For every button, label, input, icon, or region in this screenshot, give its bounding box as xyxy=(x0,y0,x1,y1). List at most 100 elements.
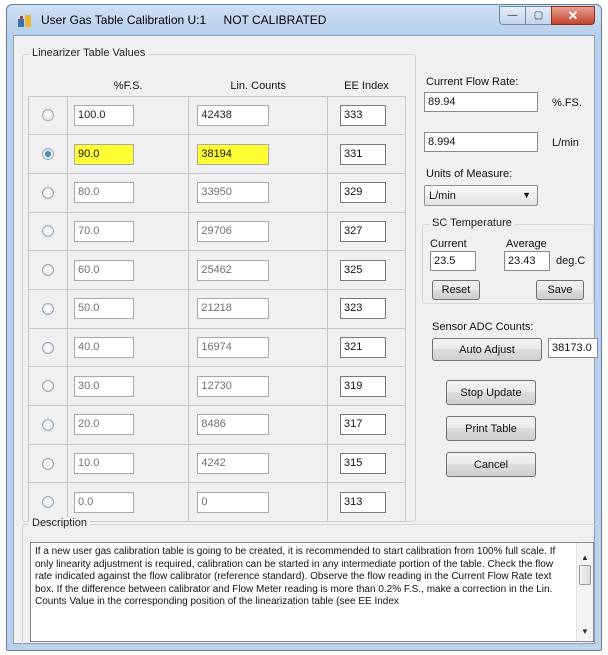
fs-field-cell: 30.0 xyxy=(66,366,190,406)
ee-index-field[interactable]: 313 xyxy=(339,491,386,513)
row-select-radio[interactable] xyxy=(42,225,54,238)
ee-index-field[interactable]: 327 xyxy=(339,220,386,242)
minimize-icon: — xyxy=(507,10,518,21)
ee-index-field[interactable]: 317 xyxy=(339,414,386,436)
current-temp-field[interactable]: 23.5 xyxy=(430,251,476,271)
row-select-cell xyxy=(28,134,68,174)
close-button[interactable]: ✕ xyxy=(551,6,595,25)
row-select-cell xyxy=(28,172,68,213)
lin-counts-field[interactable]: 16974 xyxy=(197,336,270,358)
lin-counts-field-cell: 42438 xyxy=(188,95,328,136)
temp-unit: deg.C xyxy=(556,255,586,267)
row-select-radio[interactable] xyxy=(42,302,54,315)
minimize-button[interactable]: — xyxy=(499,6,526,25)
row-select-cell xyxy=(28,405,68,445)
ee-index-field-cell: 333 xyxy=(326,95,407,136)
ee-index-field[interactable]: 323 xyxy=(339,298,386,320)
flow-lmin-field[interactable]: 8.994 xyxy=(424,132,538,152)
ee-index-field-cell: 315 xyxy=(326,443,407,484)
fs-field[interactable]: 0.0 xyxy=(74,491,134,513)
fs-field[interactable]: 10.0 xyxy=(74,453,134,475)
fs-field-cell: 40.0 xyxy=(66,327,190,368)
row-select-radio[interactable] xyxy=(42,186,54,199)
ee-index-field-cell: 323 xyxy=(326,288,407,329)
auto-adjust-button[interactable]: Auto Adjust xyxy=(432,338,542,361)
adc-counts-field[interactable]: 38173.0 xyxy=(548,338,598,358)
current-temp-label: Current xyxy=(430,238,467,250)
stop-update-button[interactable]: Stop Update xyxy=(446,380,536,405)
header-fs: %F.S. xyxy=(67,76,189,97)
title-bar[interactable]: User Gas Table Calibration U:1 NOT CALIB… xyxy=(7,5,601,35)
window-title-text: User Gas Table Calibration U:1 xyxy=(41,13,207,27)
row-select-radio[interactable] xyxy=(42,380,54,393)
fs-field[interactable]: 90.0 xyxy=(74,143,134,165)
description-scrollbar[interactable]: ▲ ▼ xyxy=(576,543,593,641)
fs-field[interactable]: 80.0 xyxy=(74,182,134,204)
row-select-cell xyxy=(28,250,68,290)
table-row: 0.0 0 313 xyxy=(28,482,407,523)
reset-button[interactable]: Reset xyxy=(432,280,480,300)
lin-counts-field-cell: 25462 xyxy=(188,250,328,290)
description-text: If a new user gas calibration table is g… xyxy=(35,546,556,607)
lin-counts-field[interactable]: 33950 xyxy=(197,182,270,204)
description-textbox[interactable]: If a new user gas calibration table is g… xyxy=(30,542,594,642)
caption-buttons: — ▢ ✕ xyxy=(499,6,595,26)
lin-counts-field[interactable]: 29706 xyxy=(197,220,270,242)
ee-index-field[interactable]: 319 xyxy=(339,375,386,397)
ee-index-field-cell: 319 xyxy=(326,366,407,406)
maximize-button[interactable]: ▢ xyxy=(525,6,552,25)
fs-field[interactable]: 60.0 xyxy=(74,259,134,281)
scroll-thumb[interactable] xyxy=(579,565,591,585)
linearizer-table-body: 100.0 42438 333 90.0 38194 331 80.0 33950 329 70.… xyxy=(28,95,407,523)
lin-counts-field[interactable]: 0 xyxy=(197,491,270,513)
lin-counts-field[interactable]: 12730 xyxy=(197,375,270,397)
lin-counts-field[interactable]: 21218 xyxy=(197,298,270,320)
row-select-radio[interactable] xyxy=(42,418,54,431)
ee-index-field[interactable]: 321 xyxy=(339,336,386,358)
ee-index-field[interactable]: 331 xyxy=(339,143,386,165)
lin-counts-field[interactable]: 42438 xyxy=(197,104,270,126)
print-table-button[interactable]: Print Table xyxy=(446,416,536,441)
fs-field[interactable]: 30.0 xyxy=(74,375,134,397)
table-row: 100.0 42438 333 xyxy=(28,95,407,136)
units-select[interactable]: L/min ▼ xyxy=(424,185,538,206)
fs-field[interactable]: 20.0 xyxy=(74,414,134,436)
fs-field[interactable]: 70.0 xyxy=(74,220,134,242)
ee-index-field[interactable]: 333 xyxy=(339,104,386,126)
lin-counts-field[interactable]: 8486 xyxy=(197,414,270,436)
row-select-radio[interactable] xyxy=(42,109,54,122)
ee-index-field-cell: 321 xyxy=(326,327,407,368)
ee-index-field[interactable]: 325 xyxy=(339,259,386,281)
ee-index-field-cell: 327 xyxy=(326,211,407,252)
flow-fs-field[interactable]: 89.94 xyxy=(424,92,538,112)
fs-field-cell: 20.0 xyxy=(66,405,190,445)
fs-field[interactable]: 40.0 xyxy=(74,336,134,358)
lin-counts-field-cell: 21218 xyxy=(188,288,328,329)
cancel-button[interactable]: Cancel xyxy=(446,452,536,477)
scroll-up-icon[interactable]: ▲ xyxy=(577,549,593,565)
lin-counts-field[interactable]: 4242 xyxy=(197,453,270,475)
close-icon: ✕ xyxy=(567,7,579,23)
save-button[interactable]: Save xyxy=(536,280,584,300)
average-temp-field[interactable]: 23.43 xyxy=(504,251,550,271)
units-label: Units of Measure: xyxy=(426,168,513,180)
lin-counts-field[interactable]: 38194 xyxy=(197,143,270,165)
table-row: 70.0 29706 327 xyxy=(28,211,407,252)
row-select-cell xyxy=(28,443,68,484)
fs-field-cell: 50.0 xyxy=(66,288,190,329)
fs-field[interactable]: 50.0 xyxy=(74,298,134,320)
row-select-radio[interactable] xyxy=(42,341,54,354)
row-select-radio[interactable] xyxy=(42,264,54,277)
ee-index-field[interactable]: 315 xyxy=(339,453,386,475)
scroll-down-icon[interactable]: ▼ xyxy=(577,623,593,639)
description-label: Description xyxy=(29,517,91,529)
lin-counts-field-cell: 8486 xyxy=(188,405,328,445)
ee-index-field[interactable]: 329 xyxy=(339,182,386,204)
lin-counts-field[interactable]: 25462 xyxy=(197,259,270,281)
row-select-radio[interactable] xyxy=(42,148,54,161)
fs-field[interactable]: 100.0 xyxy=(74,104,134,126)
row-select-radio[interactable] xyxy=(42,496,54,509)
row-select-radio[interactable] xyxy=(42,457,54,470)
ee-index-field-cell: 325 xyxy=(326,250,407,290)
lin-counts-field-cell: 12730 xyxy=(188,366,328,406)
